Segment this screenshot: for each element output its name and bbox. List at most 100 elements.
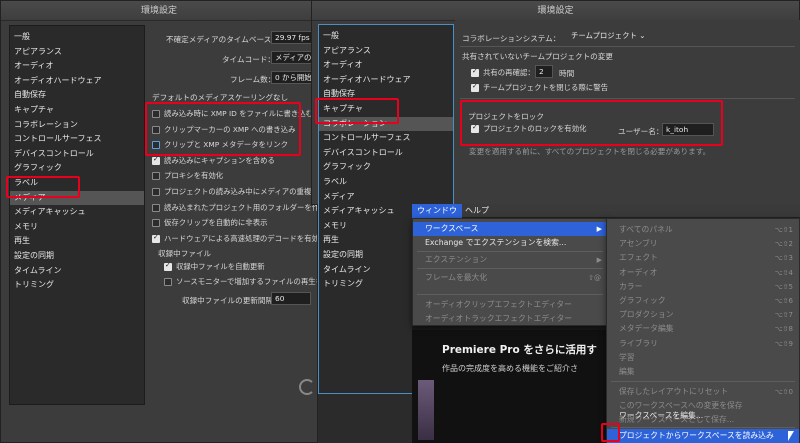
sidebar-item[interactable]: キャプチャ (10, 103, 144, 118)
section-divider (460, 98, 795, 99)
preferences-sidebar: 一般 アピアランス オーディオ オーディオハードウェア 自動保存 キャプチャ コラボレーショ… (9, 25, 145, 405)
shortcut-label: ⌥⇧6 (774, 297, 793, 305)
checkbox-icon (152, 172, 160, 181)
sidebar-item[interactable]: ラベル (319, 175, 453, 190)
collab-system-label: コラボレーションシステム： (462, 34, 561, 43)
share-reminder-input[interactable]: 2 (535, 65, 553, 78)
shortcut-label: ⌥⇧1 (774, 226, 793, 234)
checkbox-icon (152, 188, 160, 196)
sidebar-item[interactable]: グラフィック (319, 160, 453, 175)
window-menu-item: エクステンション ▶ (413, 253, 607, 267)
shortcut-label: ⌥⇧5 (774, 282, 793, 291)
sidebar-item[interactable]: メディア (319, 190, 453, 205)
checkbox-icon (152, 203, 160, 212)
timebase-label: 不確定メディアのタイムベース： (166, 35, 279, 44)
preferences-window-media: 環境設定 一般 アピアランス オーディオ オーディオハードウェア 自動保存 キャプチャ コラ… (0, 0, 318, 443)
import-workspace-item[interactable]: プロジェクトからワークスペースを読み込み (607, 429, 799, 443)
shortcut-label: ⌥⇧4 (774, 268, 793, 277)
highlight-box (601, 423, 620, 442)
lock-note: 変更を適用する前に、すべてのプロジェクトを閉じる必要があります。 (469, 147, 711, 156)
sidebar-item[interactable]: 設定の同期 (10, 249, 144, 264)
shortcut-label: ⌥⇧7 (774, 311, 793, 320)
sidebar-item[interactable]: 自動保存 (10, 88, 144, 103)
growing-files-title: 収録中ファイル (158, 249, 212, 258)
workspace-action[interactable]: 保存したレイアウトにリセット ⌥⇧0 (607, 385, 799, 399)
workspace-item[interactable]: 学習 (607, 351, 799, 365)
sidebar-item[interactable]: メモリ (10, 220, 144, 235)
section-divider (460, 46, 795, 47)
shortcut-label: ⌥⇧9 (774, 339, 793, 348)
shortcut-label: ⌥⇧8 (774, 325, 793, 334)
sidebar-item[interactable]: コントロールサーフェス (10, 132, 144, 147)
edit-workspaces-item[interactable]: ワークスペースを編集... (607, 409, 799, 423)
loading-spinner-icon (299, 379, 315, 395)
workspace-item[interactable]: オーディオ ⌥⇧4 (607, 266, 799, 280)
banner-title: Premiere Pro をさらに活用す (442, 344, 597, 356)
workspace-item[interactable]: 編集 (607, 365, 799, 379)
workspace-submenu: すべてのパネル ⌥⇧1 アセンブリ ⌥⇧2 エフェクト ⌥⇧3 オーディオ ⌥⇧4 カラー ⌥⇧5… (606, 218, 800, 443)
sidebar-item[interactable]: トリミング (10, 278, 144, 293)
sidebar-item[interactable]: アピアランス (319, 44, 453, 59)
sidebar-item[interactable]: タイムライン (10, 264, 144, 279)
sidebar-item[interactable]: コラボレーション (10, 118, 144, 133)
sidebar-item[interactable]: 再生 (10, 234, 144, 249)
submenu-arrow-icon: ▶ (596, 256, 602, 264)
workspace-item[interactable]: アセンブリ ⌥⇧2 (607, 237, 799, 251)
timecode-label: タイムコード： (222, 55, 276, 64)
menu-separator (417, 251, 603, 252)
sidebar-item[interactable]: デバイスコントロール (10, 147, 144, 162)
sidebar-item[interactable]: オーディオ (319, 58, 453, 73)
sidebar-item[interactable]: 一般 (319, 29, 453, 44)
shortcut-label: ⌥⇧2 (774, 240, 793, 249)
sidebar-item[interactable]: オーディオハードウェア (319, 73, 453, 88)
sidebar-item[interactable]: アピアランス (10, 45, 144, 60)
checkbox-icon (164, 261, 172, 271)
submenu-arrow-icon: ▶ (596, 225, 602, 233)
sidebar-item[interactable]: グラフィック (10, 161, 144, 176)
sidebar-item[interactable]: デバイスコントロール (319, 146, 453, 161)
menu-separator (417, 268, 603, 269)
checkbox-icon (164, 278, 172, 286)
checkbox-icon (152, 155, 160, 165)
shortcut-label: ⌥⇧3 (774, 254, 793, 263)
workspace-item[interactable]: メタデータ編集 ⌥⇧8 (607, 322, 799, 336)
window-menu-item: フレームを最大化 ⇧@ (413, 271, 607, 285)
checkbox-icon (152, 233, 160, 243)
highlight-box (315, 98, 399, 124)
workspace-item[interactable]: カラー ⌥⇧5 (607, 280, 799, 294)
app-menubar: ウィンドウ ヘルプ (412, 204, 800, 218)
workspace-item[interactable]: すべてのパネル ⌥⇧1 (607, 223, 799, 237)
workspace-item[interactable]: グラフィック ⌥⇧6 (607, 294, 799, 308)
menu-help[interactable]: ヘルプ (460, 204, 494, 218)
window-menu: ワークスペース ▶ Exchange でエクステンションを検索... エクステンション… (412, 218, 608, 326)
checkbox-icon (152, 219, 160, 228)
sidebar-item[interactable]: コントロールサーフェス (319, 131, 453, 146)
window-menu-item[interactable]: Exchange でエクステンションを検索... (413, 236, 607, 250)
sidebar-item[interactable]: 一般 (10, 30, 144, 45)
menu-separator (417, 294, 603, 295)
workspace-item[interactable]: プロダクション ⌥⇧7 (607, 308, 799, 322)
highlight-box (460, 100, 723, 146)
window-menu-item: オーディオクリップエフェクトエディター (425, 300, 572, 309)
workspace-item[interactable]: エフェクト ⌥⇧3 (607, 251, 799, 265)
refresh-interval-label: 収録中ファイルの更新間隔 (182, 296, 274, 305)
share-reminder-unit: 時間 (559, 69, 575, 78)
refresh-interval-input[interactable]: 60 (271, 292, 311, 305)
window-title: 環境設定 (312, 1, 799, 21)
screenshot-root: 環境設定 一般 アピアランス オーディオ オーディオハードウェア 自動保存 キャプチャ コラ… (0, 0, 800, 443)
window-title: 環境設定 (1, 1, 317, 21)
menu-window[interactable]: ウィンドウ (412, 204, 462, 218)
collab-system-select[interactable]: チームプロジェクト ⌄ (568, 30, 646, 43)
sidebar-item[interactable]: オーディオハードウェア (10, 74, 144, 89)
highlight-box (145, 102, 301, 156)
window-menu-item[interactable]: ワークスペース ▶ (413, 222, 607, 236)
mouse-cursor-icon (788, 431, 794, 441)
workspace-item[interactable]: ライブラリ ⌥⇧9 (607, 337, 799, 351)
menu-separator (611, 381, 795, 382)
window-menu-item: オーディオトラックエフェクトエディター (425, 314, 573, 323)
highlight-box (6, 176, 80, 198)
dropdown-arrow-icon: ⌄ (639, 31, 646, 40)
menu-separator (611, 427, 795, 428)
sidebar-item[interactable]: メディアキャッシュ (10, 205, 144, 220)
sidebar-item[interactable]: オーディオ (10, 59, 144, 74)
